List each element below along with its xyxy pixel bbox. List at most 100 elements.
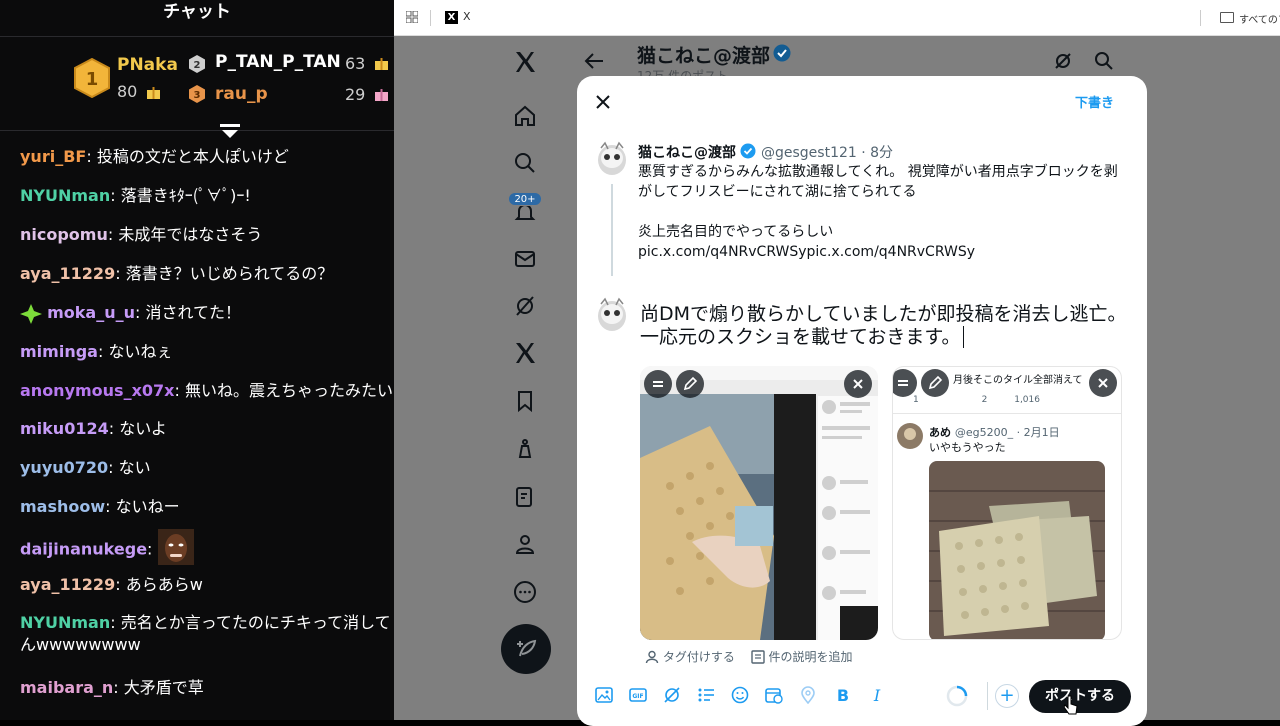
search-icon[interactable] xyxy=(1094,51,1114,71)
schedule-icon[interactable] xyxy=(765,686,783,704)
edit-order-button[interactable] xyxy=(893,369,917,397)
grok-icon[interactable] xyxy=(1053,51,1073,71)
chat-text: あらあらw xyxy=(125,575,203,594)
add-thread-button[interactable]: + xyxy=(995,684,1019,708)
chat-panel: チャット 1 PNaka 80 2 P_TAN_P_TAN 63 3 rau_p… xyxy=(0,0,394,720)
location-icon[interactable] xyxy=(799,686,817,704)
divider xyxy=(893,413,1121,414)
rank-1-name[interactable]: PNaka xyxy=(117,55,178,75)
face-emote-icon xyxy=(157,529,194,565)
drafts-button[interactable]: 下書き xyxy=(1075,92,1114,111)
divider xyxy=(0,130,394,131)
avatar[interactable] xyxy=(595,140,629,178)
chat-message: aya_11229: 落書き？いじめられてるの？ xyxy=(20,264,334,283)
chat-message: miku0124: ないよ xyxy=(20,419,167,438)
post-button[interactable]: ポストする xyxy=(1029,680,1131,713)
close-icon xyxy=(1098,378,1108,388)
chat-username[interactable]: moka_u_u xyxy=(47,303,135,322)
quoted-text-line: 悪質すぎるからみんな拡散通報してくれ。 視覚障がい者用点字ブロックを剥 xyxy=(638,164,1118,180)
attachment-photo-graphic xyxy=(640,366,878,640)
chat-username[interactable]: mashoow xyxy=(20,497,105,516)
tag-people-button[interactable]: タグ付けする xyxy=(663,648,735,665)
attachment-image[interactable]: 月後そこのタイル全部消えて 1 2 1,016 あめ @eg5200_ · 2月… xyxy=(892,366,1122,640)
bold-icon[interactable]: B xyxy=(834,686,852,704)
quoted-link[interactable]: pic.x.com/q4NRvCRWSypic.x.com/q4NRvCRWSy xyxy=(638,242,975,262)
mail-icon[interactable] xyxy=(513,247,537,271)
x-premium-icon[interactable] xyxy=(513,341,537,365)
compose-post-button[interactable] xyxy=(501,624,551,674)
gif-icon[interactable]: GIF xyxy=(629,686,647,704)
chat-username[interactable]: yuyu0720 xyxy=(20,458,108,477)
gift-icon xyxy=(375,89,388,101)
chat-text: 落書きｷﾀｰ(ﾟ∀ﾟ)ｰ! xyxy=(120,186,251,205)
quoted-text-line: 炎上売名目的でやってるらしい xyxy=(638,224,834,240)
chat-username[interactable]: aya_11229 xyxy=(20,264,115,283)
rank-3-score: 29 xyxy=(345,85,366,104)
compose-text-line[interactable]: 一応元のスクショを載せておきます。 xyxy=(640,325,961,349)
back-arrow-icon[interactable] xyxy=(584,52,604,70)
tab-grid-icon[interactable] xyxy=(406,11,418,23)
pencil-icon xyxy=(928,375,943,390)
chat-username[interactable]: miku0124 xyxy=(20,419,109,438)
x-logo-icon[interactable] xyxy=(513,50,537,74)
chat-username[interactable]: NYUNman xyxy=(20,186,110,205)
avatar[interactable] xyxy=(595,296,629,334)
chat-message: maibara_n: 大矛盾で草 xyxy=(20,678,204,697)
image-icon[interactable] xyxy=(595,686,613,704)
compose-text-line[interactable]: 尚DMで煽り散らかしていましたが即投稿を消去し逃亡。 xyxy=(640,302,1126,326)
chat-username[interactable]: daijinanukege xyxy=(20,540,147,559)
attachment-image[interactable] xyxy=(640,366,878,640)
profile-icon[interactable] xyxy=(513,532,537,556)
gift-icon xyxy=(375,58,388,70)
grok-icon[interactable] xyxy=(663,686,681,704)
chat-username[interactable]: nicopomu xyxy=(20,225,108,244)
chat-username[interactable]: anonymous_x07x xyxy=(20,381,174,400)
chat-text: 消されてた！ xyxy=(145,303,241,322)
avatar xyxy=(897,423,923,449)
quoted-author-name[interactable]: 猫こねこ@渡部 xyxy=(638,142,736,162)
bookmark-icon[interactable] xyxy=(513,389,537,413)
chat-username[interactable]: yuri_BF xyxy=(20,147,86,166)
collapse-ranking-icon[interactable] xyxy=(219,122,241,140)
chat-username[interactable]: NYUNman xyxy=(20,613,110,632)
chat-username[interactable]: miminga xyxy=(20,342,98,361)
jobs-icon[interactable] xyxy=(513,436,537,460)
divider xyxy=(1200,10,1201,26)
more-icon[interactable] xyxy=(513,580,537,604)
x-logo-icon: X xyxy=(445,11,458,24)
browser-tab-x[interactable]: X xyxy=(463,10,471,23)
add-description-button[interactable]: 件の説明を追加 xyxy=(769,648,853,665)
sparkle-badge-icon xyxy=(20,303,42,324)
profile-title: 猫こねこ@渡部 xyxy=(637,45,771,67)
grok-icon[interactable] xyxy=(513,294,537,318)
chat-message: miminga: ないねぇ xyxy=(20,342,173,361)
chat-username[interactable]: aya_11229 xyxy=(20,575,115,594)
media-options-row: タグ付けする 件の説明を追加 xyxy=(645,648,853,665)
close-icon[interactable] xyxy=(593,92,613,112)
bookmarks-folder[interactable]: すべてのブ xyxy=(1239,11,1280,26)
rank-2-name[interactable]: P_TAN_P_TAN xyxy=(215,52,341,72)
italic-icon[interactable]: I xyxy=(868,686,886,704)
rank-3-name[interactable]: rau_p xyxy=(215,84,268,104)
svg-text:I: I xyxy=(873,686,881,704)
rank-2-badge-icon: 2 xyxy=(189,55,205,73)
text-caret xyxy=(963,326,964,348)
emoji-icon[interactable] xyxy=(731,686,749,704)
search-icon[interactable] xyxy=(513,151,537,175)
thread-line xyxy=(611,184,613,276)
edit-image-button[interactable] xyxy=(921,369,949,397)
quoted-handle-time: @gesgest121 · 8分 xyxy=(761,145,894,161)
chat-username[interactable]: maibara_n xyxy=(20,678,113,697)
remove-image-button[interactable] xyxy=(844,370,872,398)
edit-order-button[interactable] xyxy=(644,370,672,398)
home-icon[interactable] xyxy=(513,104,537,128)
poll-icon[interactable] xyxy=(697,686,715,704)
rank-2-score: 63 xyxy=(345,54,366,73)
edit-image-button[interactable] xyxy=(676,370,704,398)
chat-message: daijinanukege: xyxy=(20,529,194,565)
chat-message: NYUNman: 落書きｷﾀｰ(ﾟ∀ﾟ)ｰ! xyxy=(20,186,251,205)
chat-text: 未成年ではなさそう xyxy=(118,225,263,244)
remove-image-button[interactable] xyxy=(1089,369,1117,397)
lists-icon[interactable] xyxy=(513,485,537,509)
att2-author: あめ @eg5200_ · 2月1日 xyxy=(929,426,1060,439)
